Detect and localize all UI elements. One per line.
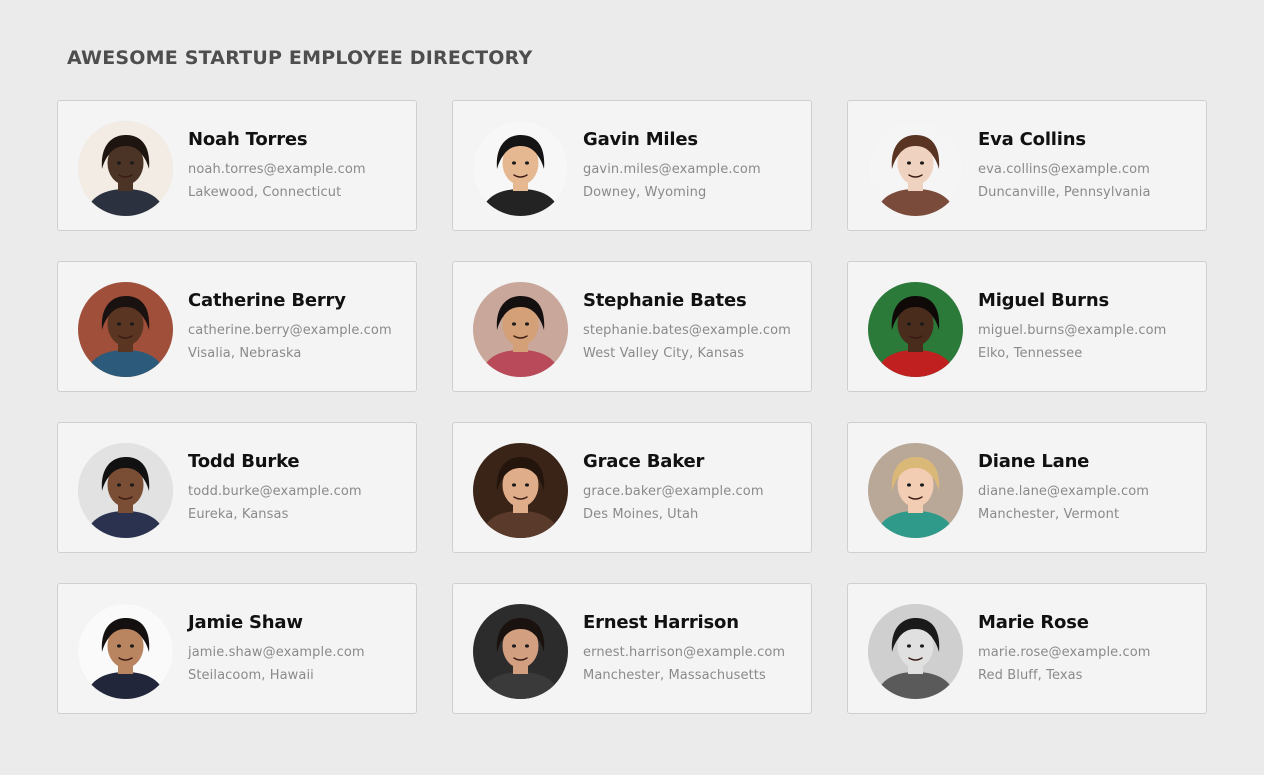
avatar [78,121,173,216]
employee-name: Eva Collins [978,129,1086,150]
avatar-photo-icon [473,604,568,699]
employee-card[interactable]: Marie Rose marie.rose@example.com Red Bl… [847,583,1207,714]
employee-info: Gavin Miles gavin.miles@example.com Down… [583,129,803,204]
employee-email: noah.torres@example.com [188,162,366,177]
avatar [473,282,568,377]
avatar-photo-icon [868,604,963,699]
employee-email: ernest.harrison@example.com [583,645,786,660]
employee-info: Diane Lane diane.lane@example.com Manche… [978,451,1198,526]
avatar [473,121,568,216]
employee-card[interactable]: Jamie Shaw jamie.shaw@example.com Steila… [57,583,417,714]
employee-email: eva.collins@example.com [978,162,1150,177]
avatar-photo-icon [473,282,568,377]
employee-name: Catherine Berry [188,290,346,311]
employee-name: Noah Torres [188,129,308,150]
employee-card[interactable]: Gavin Miles gavin.miles@example.com Down… [452,100,812,231]
employee-location: West Valley City, Kansas [583,346,745,361]
avatar-photo-icon [868,282,963,377]
employee-location: Steilacoom, Hawaii [188,668,314,683]
employee-grid: Noah Torres noah.torres@example.com Lake… [57,100,1207,714]
avatar [868,121,963,216]
employee-email: todd.burke@example.com [188,484,362,499]
employee-info: Catherine Berry catherine.berry@example.… [188,290,408,365]
employee-name: Gavin Miles [583,129,698,150]
employee-location: Visalia, Nebraska [188,346,302,361]
employee-info: Eva Collins eva.collins@example.com Dunc… [978,129,1198,204]
employee-card[interactable]: Diane Lane diane.lane@example.com Manche… [847,422,1207,553]
employee-email: grace.baker@example.com [583,484,764,499]
employee-email: jamie.shaw@example.com [188,645,365,660]
avatar [868,443,963,538]
employee-info: Jamie Shaw jamie.shaw@example.com Steila… [188,612,408,687]
avatar-photo-icon [78,121,173,216]
avatar-photo-icon [473,121,568,216]
employee-name: Grace Baker [583,451,705,472]
employee-name: Ernest Harrison [583,612,739,633]
employee-location: Manchester, Vermont [978,507,1120,522]
employee-location: Elko, Tennessee [978,346,1083,361]
employee-email: gavin.miles@example.com [583,162,761,177]
employee-info: Marie Rose marie.rose@example.com Red Bl… [978,612,1198,687]
employee-email: catherine.berry@example.com [188,323,392,338]
avatar [78,282,173,377]
avatar-photo-icon [78,604,173,699]
employee-location: Manchester, Massachusetts [583,668,766,683]
employee-card[interactable]: Noah Torres noah.torres@example.com Lake… [57,100,417,231]
employee-email: marie.rose@example.com [978,645,1151,660]
employee-location: Downey, Wyoming [583,185,707,200]
employee-info: Noah Torres noah.torres@example.com Lake… [188,129,408,204]
avatar [473,443,568,538]
avatar [473,604,568,699]
avatar [78,604,173,699]
employee-name: Jamie Shaw [188,612,303,633]
employee-info: Stephanie Bates stephanie.bates@example.… [583,290,803,365]
employee-card[interactable]: Todd Burke todd.burke@example.com Eureka… [57,422,417,553]
employee-name: Diane Lane [978,451,1090,472]
employee-card[interactable]: Stephanie Bates stephanie.bates@example.… [452,261,812,392]
employee-location: Eureka, Kansas [188,507,289,522]
avatar-photo-icon [868,121,963,216]
employee-location: Des Moines, Utah [583,507,699,522]
employee-card[interactable]: Miguel Burns miguel.burns@example.com El… [847,261,1207,392]
employee-name: Stephanie Bates [583,290,747,311]
employee-location: Red Bluff, Texas [978,668,1083,683]
avatar-photo-icon [868,443,963,538]
avatar-photo-icon [78,282,173,377]
avatar [78,443,173,538]
employee-card[interactable]: Eva Collins eva.collins@example.com Dunc… [847,100,1207,231]
avatar [868,282,963,377]
employee-name: Todd Burke [188,451,300,472]
employee-location: Lakewood, Connecticut [188,185,342,200]
employee-info: Todd Burke todd.burke@example.com Eureka… [188,451,408,526]
avatar-photo-icon [473,443,568,538]
employee-email: stephanie.bates@example.com [583,323,791,338]
employee-location: Duncanville, Pennsylvania [978,185,1151,200]
employee-name: Miguel Burns [978,290,1109,311]
employee-info: Ernest Harrison ernest.harrison@example.… [583,612,803,687]
employee-info: Miguel Burns miguel.burns@example.com El… [978,290,1198,365]
avatar-photo-icon [78,443,173,538]
employee-directory-page: AWESOME STARTUP EMPLOYEE DIRECTORY Noah … [0,0,1264,775]
employee-card[interactable]: Catherine Berry catherine.berry@example.… [57,261,417,392]
employee-info: Grace Baker grace.baker@example.com Des … [583,451,803,526]
employee-email: miguel.burns@example.com [978,323,1167,338]
page-title: AWESOME STARTUP EMPLOYEE DIRECTORY [67,47,533,69]
employee-card[interactable]: Ernest Harrison ernest.harrison@example.… [452,583,812,714]
employee-card[interactable]: Grace Baker grace.baker@example.com Des … [452,422,812,553]
employee-email: diane.lane@example.com [978,484,1150,499]
avatar [868,604,963,699]
employee-name: Marie Rose [978,612,1089,633]
